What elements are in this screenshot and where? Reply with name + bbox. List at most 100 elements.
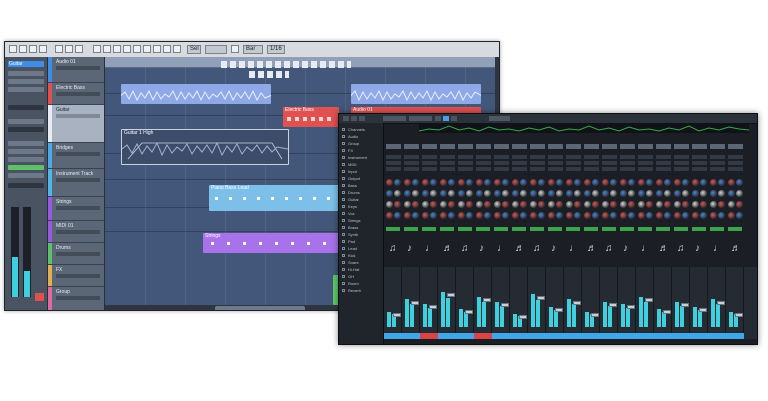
- eq-knob[interactable]: [422, 212, 429, 219]
- constrain-delay-icon[interactable]: [19, 45, 27, 53]
- eq-knob[interactable]: [530, 201, 537, 208]
- eq-knob[interactable]: [682, 201, 689, 208]
- eq-knob[interactable]: [412, 179, 419, 186]
- eq-knob[interactable]: [458, 212, 465, 219]
- insert-slot[interactable]: [476, 155, 491, 159]
- mixer-toolbar-field[interactable]: [409, 116, 432, 121]
- eq-knob[interactable]: [466, 190, 473, 197]
- channel-list-item[interactable]: Group: [348, 141, 359, 146]
- track-header[interactable]: Drums: [48, 243, 104, 265]
- channel-fader-strip[interactable]: [564, 267, 582, 339]
- visibility-checkbox[interactable]: [342, 177, 345, 180]
- fader-handle[interactable]: [519, 315, 527, 319]
- visibility-checkbox[interactable]: [342, 247, 345, 250]
- visibility-checkbox[interactable]: [342, 156, 345, 159]
- channel-list-item[interactable]: Hi-Hat: [348, 267, 359, 272]
- eq-knob[interactable]: [476, 190, 483, 197]
- eq-knob[interactable]: [566, 190, 573, 197]
- insert-slot[interactable]: [692, 161, 707, 165]
- eq-knob[interactable]: [664, 212, 671, 219]
- eq-knob[interactable]: [584, 190, 591, 197]
- insert-slot[interactable]: [422, 161, 437, 165]
- eq-knob[interactable]: [656, 190, 663, 197]
- mixer-toolbar-button[interactable]: [351, 116, 357, 121]
- eq-knob[interactable]: [664, 190, 671, 197]
- fader-handle[interactable]: [663, 310, 671, 314]
- insert-slot[interactable]: [458, 167, 473, 171]
- object-select-tool-icon[interactable]: [93, 45, 101, 53]
- insert-slot[interactable]: [404, 155, 419, 159]
- visibility-checkbox[interactable]: [342, 261, 345, 264]
- channel-name-strip[interactable]: [582, 333, 600, 339]
- insert-slot[interactable]: [728, 167, 743, 171]
- eq-knob[interactable]: [484, 190, 491, 197]
- visibility-checkbox[interactable]: [342, 226, 345, 229]
- track-name[interactable]: MIDI 01: [56, 223, 74, 229]
- eq-knob[interactable]: [584, 179, 591, 186]
- eq-knob[interactable]: [710, 201, 717, 208]
- write-automation-icon[interactable]: [39, 45, 47, 53]
- routing-select[interactable]: [440, 144, 455, 149]
- track-controls[interactable]: [56, 230, 100, 234]
- track-name[interactable]: Bridges: [56, 145, 73, 151]
- eq-knob[interactable]: [556, 179, 563, 186]
- routing-select[interactable]: [458, 144, 473, 149]
- send-slot[interactable]: [692, 227, 706, 231]
- eq-knob[interactable]: [466, 179, 473, 186]
- send-slot[interactable]: [404, 227, 418, 231]
- eq-knob[interactable]: [404, 212, 411, 219]
- visibility-checkbox[interactable]: [342, 191, 345, 194]
- insert-slot[interactable]: [548, 161, 563, 165]
- channel-name-strip[interactable]: [708, 333, 726, 339]
- visibility-checkbox[interactable]: [342, 240, 345, 243]
- track-name[interactable]: Group: [56, 289, 70, 295]
- eq-knob[interactable]: [728, 179, 735, 186]
- eq-knob[interactable]: [494, 190, 501, 197]
- channel-fader-strip[interactable]: [384, 267, 402, 339]
- eq-knob[interactable]: [502, 201, 509, 208]
- mixer-toolbar-button[interactable]: [443, 116, 449, 121]
- routing-select[interactable]: [386, 144, 401, 149]
- eq-knob[interactable]: [512, 212, 519, 219]
- eq-knob[interactable]: [664, 179, 671, 186]
- inspector-row[interactable]: [8, 119, 44, 124]
- eq-knob[interactable]: [448, 212, 455, 219]
- visibility-checkbox[interactable]: [342, 205, 345, 208]
- insert-slot[interactable]: [404, 167, 419, 171]
- eq-knob[interactable]: [430, 212, 437, 219]
- channel-fader-strip[interactable]: [600, 267, 618, 339]
- insert-slot[interactable]: [566, 161, 581, 165]
- channel-fader-strip[interactable]: [474, 267, 492, 339]
- channel-list-item[interactable]: Room: [348, 281, 359, 286]
- channel-list-item[interactable]: Output: [348, 176, 360, 181]
- insert-slot[interactable]: [494, 161, 509, 165]
- insert-slot[interactable]: [566, 155, 581, 159]
- insert-slot[interactable]: [386, 155, 401, 159]
- track-name[interactable]: Audio 01: [56, 59, 76, 65]
- routing-select[interactable]: [602, 144, 617, 149]
- eq-knob[interactable]: [530, 212, 537, 219]
- eq-knob[interactable]: [556, 201, 563, 208]
- eq-knob[interactable]: [638, 201, 645, 208]
- insert-slot[interactable]: [512, 167, 527, 171]
- visibility-checkbox[interactable]: [342, 212, 345, 215]
- read-automation-icon[interactable]: [29, 45, 37, 53]
- send-slot[interactable]: [440, 227, 454, 231]
- channel-list-item[interactable]: FX: [348, 148, 353, 153]
- mixer-toolbar-button[interactable]: [343, 116, 349, 121]
- visibility-checkbox[interactable]: [342, 135, 345, 138]
- visibility-checkbox[interactable]: [342, 282, 345, 285]
- track-name[interactable]: Strings: [56, 199, 72, 205]
- insert-slot[interactable]: [674, 167, 689, 171]
- insert-slot[interactable]: [440, 161, 455, 165]
- insert-slot[interactable]: [728, 161, 743, 165]
- insert-slot[interactable]: [692, 155, 707, 159]
- channel-fader-strip[interactable]: [690, 267, 708, 339]
- mixer-toolbar-field[interactable]: [489, 116, 510, 121]
- fader-handle[interactable]: [609, 303, 617, 307]
- activate-project-icon[interactable]: [9, 45, 17, 53]
- visibility-checkbox[interactable]: [342, 268, 345, 271]
- track-name[interactable]: Drums: [56, 245, 71, 251]
- inspector-row[interactable]: [8, 87, 44, 92]
- insert-slot[interactable]: [494, 167, 509, 171]
